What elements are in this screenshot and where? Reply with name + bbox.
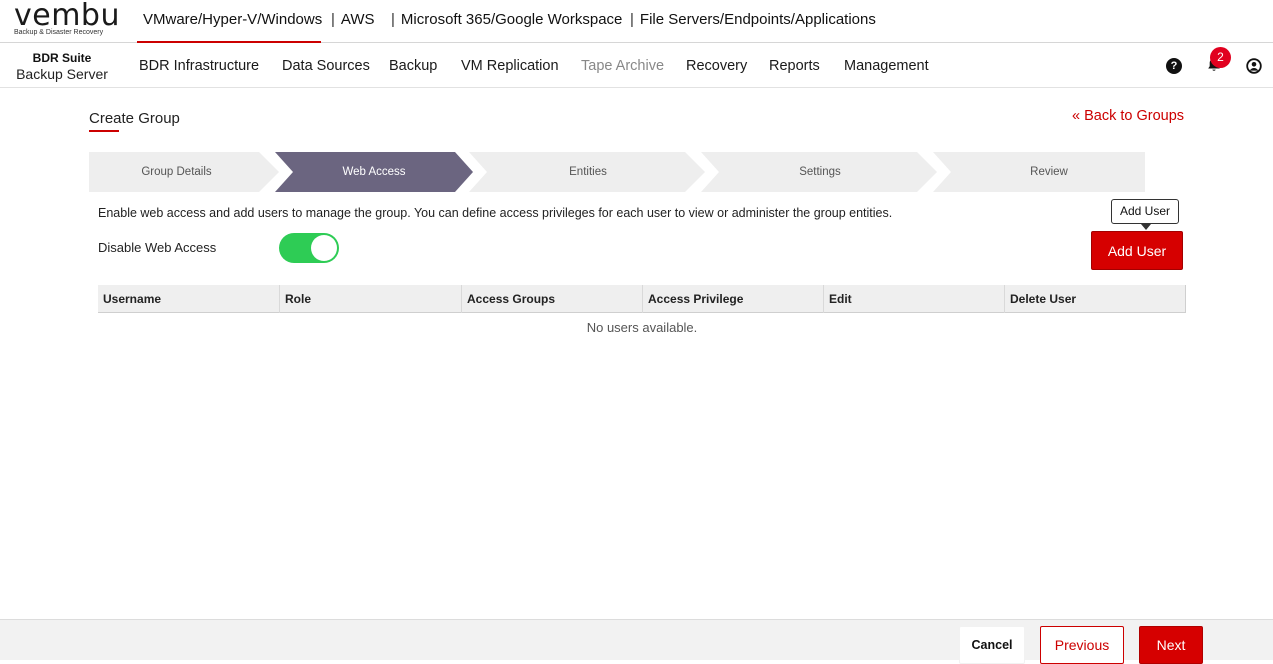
tab-separator: | bbox=[331, 11, 335, 28]
logo-tagline: Backup & Disaster Recovery bbox=[14, 29, 104, 36]
step-web-access[interactable]: Web Access bbox=[285, 152, 463, 192]
step-settings[interactable]: Settings bbox=[712, 152, 928, 192]
nav-recovery[interactable]: Recovery bbox=[686, 43, 747, 88]
nav-bdr-infrastructure[interactable]: BDR Infrastructure bbox=[139, 43, 259, 88]
product-tab-label: AWS bbox=[340, 11, 375, 28]
tab-separator: | bbox=[630, 11, 634, 28]
product-tab-m365[interactable]: | Microsoft 365/Google Workspace bbox=[391, 0, 622, 43]
nav-vm-replication[interactable]: VM Replication bbox=[461, 43, 559, 88]
column-header-access-groups[interactable]: Access Groups bbox=[462, 285, 643, 313]
nav-data-sources[interactable]: Data Sources bbox=[282, 43, 370, 88]
no-users-message: No users available. bbox=[586, 320, 698, 335]
web-access-description: Enable web access and add users to manag… bbox=[98, 206, 893, 220]
tooltip-arrow bbox=[1141, 224, 1151, 230]
nav-reports[interactable]: Reports bbox=[769, 43, 820, 88]
notification-count-badge[interactable]: 2 bbox=[1210, 47, 1231, 68]
next-button[interactable]: Next bbox=[1139, 626, 1203, 664]
step-review[interactable]: Review bbox=[944, 152, 1154, 192]
tab-separator: | bbox=[391, 11, 395, 28]
product-tab-label: File Servers/Endpoints/Applications bbox=[639, 11, 876, 28]
column-header-edit[interactable]: Edit bbox=[824, 285, 1005, 313]
main-nav-bar: BDR Suite Backup Server BDR Infrastructu… bbox=[0, 43, 1273, 88]
add-user-tooltip: Add User bbox=[1111, 199, 1179, 224]
question-circle-icon[interactable]: ? bbox=[1166, 58, 1182, 74]
page-title-underline bbox=[89, 130, 119, 132]
toggle-knob bbox=[311, 235, 337, 261]
back-to-groups-link[interactable]: « Back to Groups bbox=[1072, 108, 1184, 124]
product-tab-aws[interactable]: | AWS bbox=[331, 0, 375, 43]
nav-tape-archive[interactable]: Tape Archive bbox=[581, 43, 664, 88]
suite-branding: BDR Suite Backup Server bbox=[0, 51, 124, 82]
web-access-toggle[interactable] bbox=[279, 233, 339, 263]
suite-name: BDR Suite bbox=[32, 51, 92, 65]
nav-management[interactable]: Management bbox=[844, 43, 929, 88]
previous-button[interactable]: Previous bbox=[1040, 626, 1124, 664]
product-tab-label: Microsoft 365/Google Workspace bbox=[400, 11, 623, 28]
product-tab-label: VMware/Hyper-V/Windows bbox=[143, 11, 323, 28]
cancel-button[interactable]: Cancel bbox=[959, 626, 1025, 664]
column-header-role[interactable]: Role bbox=[280, 285, 462, 313]
add-user-button[interactable]: Add User bbox=[1091, 231, 1183, 270]
nav-backup[interactable]: Backup bbox=[389, 43, 437, 88]
disable-web-access-label: Disable Web Access bbox=[98, 240, 217, 255]
step-group-details[interactable]: Group Details bbox=[89, 152, 264, 192]
users-table-header: Username Role Access Groups Access Privi… bbox=[98, 285, 1186, 313]
vembu-logo[interactable]: vembu Backup & Disaster Recovery bbox=[14, 0, 120, 40]
product-tab-fileservers[interactable]: | File Servers/Endpoints/Applications bbox=[630, 0, 876, 43]
column-header-access-privilege[interactable]: Access Privilege bbox=[643, 285, 824, 313]
column-header-username[interactable]: Username bbox=[98, 285, 280, 313]
server-name: Backup Server bbox=[16, 66, 108, 82]
step-entities[interactable]: Entities bbox=[480, 152, 696, 192]
product-tab-vmware[interactable]: VMware/Hyper-V/Windows bbox=[137, 0, 323, 43]
product-bar: vembu Backup & Disaster Recovery VMware/… bbox=[0, 0, 1273, 43]
page-title: Create Group bbox=[89, 110, 180, 127]
column-header-delete-user[interactable]: Delete User bbox=[1005, 285, 1186, 313]
user-circle-icon[interactable] bbox=[1246, 58, 1262, 74]
